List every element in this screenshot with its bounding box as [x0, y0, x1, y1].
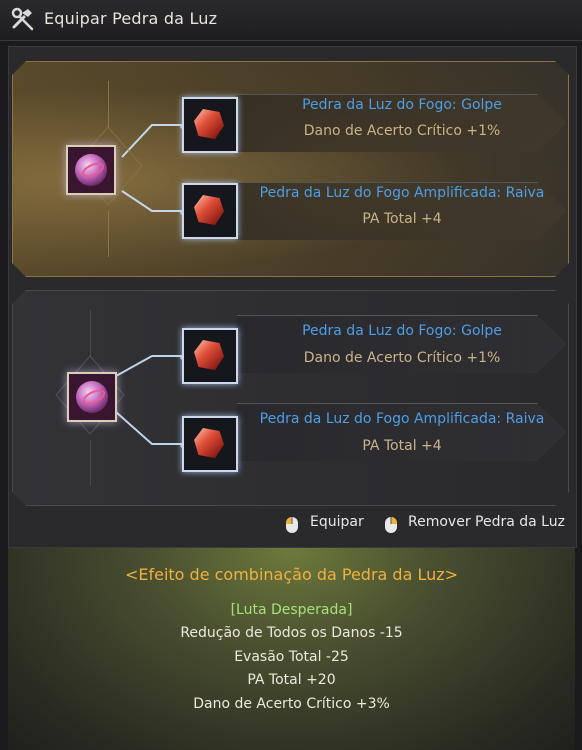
light-stone-set-1[interactable]: Pedra da Luz do Fogo: Golpe Dano de Acer… — [12, 61, 569, 277]
combination-stone-icon — [66, 145, 116, 195]
mouse-left-click-icon — [286, 517, 298, 533]
stone-slot-1[interactable]: Pedra da Luz do Fogo: Golpe Dano de Acer… — [237, 94, 567, 153]
tools-icon — [11, 7, 34, 31]
combination-effect-line: Evasão Total -25 — [234, 649, 349, 665]
remove-stone-hint: Remover Pedra da Luz — [408, 514, 565, 530]
stone-effect: PA Total +4 — [362, 438, 442, 454]
stone-name: Pedra da Luz do Fogo Amplificada: Raiva — [259, 411, 545, 427]
stone-slot-1[interactable]: Pedra da Luz do Fogo: Golpe Dano de Acer… — [237, 315, 567, 374]
stone-slot-2[interactable]: Pedra da Luz do Fogo Amplificada: Raiva … — [237, 403, 567, 462]
equip-hint: Equipar — [310, 514, 364, 530]
combination-effect-line: PA Total +20 — [247, 672, 336, 688]
stone-effect: Dano de Acerto Crítico +1% — [303, 123, 501, 139]
combination-effect-panel: <Efeito de combinação da Pedra da Luz> [… — [8, 548, 575, 750]
fire-stone-icon[interactable] — [182, 416, 238, 472]
combination-effect-line: Redução de Todos os Danos -15 — [180, 625, 403, 641]
mouse-right-click-icon — [385, 517, 397, 533]
light-stone-set-2[interactable]: Pedra da Luz do Fogo: Golpe Dano de Acer… — [12, 290, 569, 506]
title-bar: Equipar Pedra da Luz — [0, 0, 582, 41]
fire-stone-icon[interactable] — [182, 183, 238, 239]
combination-title: <Efeito de combinação da Pedra da Luz> — [124, 565, 459, 584]
combination-name: [Luta Desperada] — [230, 602, 353, 618]
stone-name: Pedra da Luz do Fogo: Golpe — [302, 97, 502, 113]
stone-effect: Dano de Acerto Crítico +1% — [303, 350, 501, 366]
combination-effect-line: Dano de Acerto Crítico +3% — [193, 696, 390, 712]
combination-stone-icon — [67, 372, 117, 422]
stone-name: Pedra da Luz do Fogo: Golpe — [302, 323, 502, 339]
window-title: Equipar Pedra da Luz — [44, 9, 218, 28]
stone-slot-2[interactable]: Pedra da Luz do Fogo Amplificada: Raiva … — [237, 182, 567, 241]
fire-stone-icon[interactable] — [182, 97, 238, 153]
stone-name: Pedra da Luz do Fogo Amplificada: Raiva — [259, 185, 545, 201]
stone-effect: PA Total +4 — [362, 211, 442, 227]
fire-stone-icon[interactable] — [182, 328, 238, 384]
